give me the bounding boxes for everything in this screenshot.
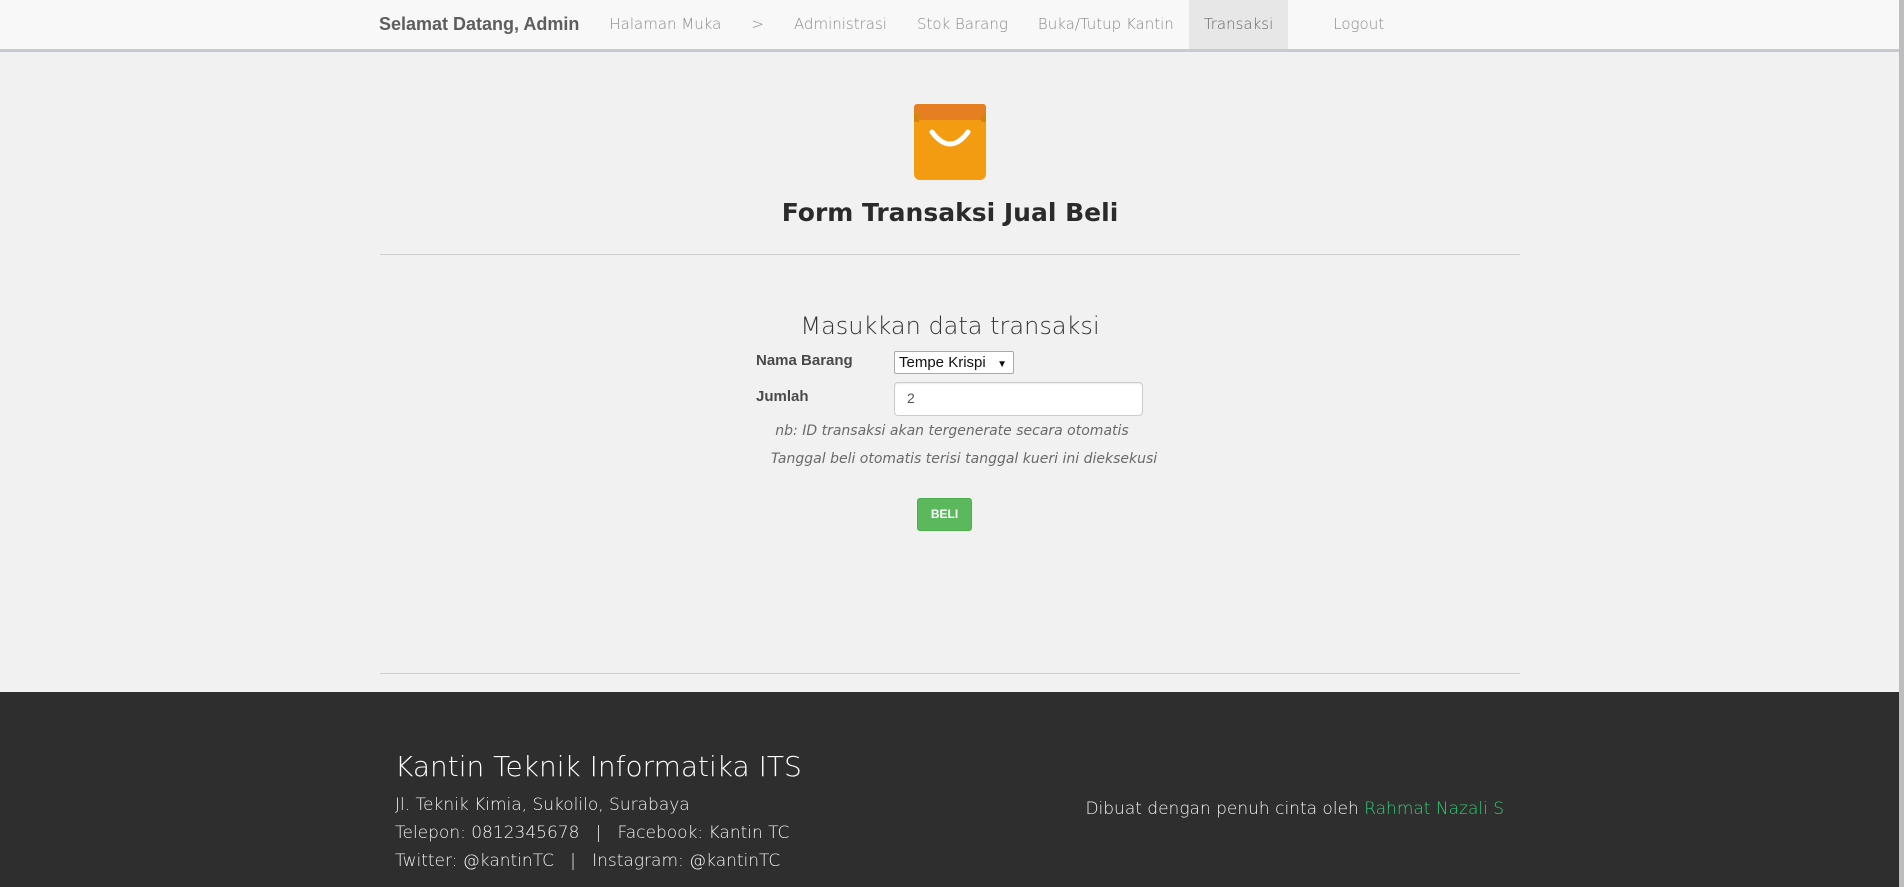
divider <box>380 254 1520 255</box>
footer-credit-text: Dibuat dengan penuh cinta oleh <box>1085 799 1365 819</box>
nav-item-buka-tutup-kantin[interactable]: Buka/Tutup Kantin <box>1023 0 1189 49</box>
shopping-bag-icon <box>912 104 988 180</box>
navbar-brand[interactable]: Selamat Datang, Admin <box>367 14 594 35</box>
nav-item-halaman-muka[interactable]: Halaman Muka <box>594 0 736 49</box>
page-title: Form Transaksi Jual Beli <box>781 198 1119 227</box>
footer-credit-link[interactable]: Rahmat Nazali S <box>1364 799 1504 819</box>
nama-barang-selected-value: Tempe Krispi <box>899 354 986 371</box>
form-title: Masukkan data transaksi <box>800 312 1100 340</box>
scrollbar[interactable] <box>1899 0 1904 887</box>
footer-contact: Telepon: 0812345678 | Facebook: Kantin T… <box>395 823 790 843</box>
nama-barang-select[interactable]: Tempe Krispi ▼ <box>894 351 1014 374</box>
footer-title: Kantin Teknik Informatika ITS <box>395 750 802 783</box>
nav-item-logout[interactable]: Logout <box>1318 0 1399 49</box>
nama-barang-label: Nama Barang <box>756 352 853 369</box>
beli-button[interactable]: BELI <box>917 498 972 531</box>
jumlah-input[interactable]: 2 <box>894 382 1143 416</box>
navbar: Selamat Datang, Admin Halaman Muka > Adm… <box>0 0 1899 52</box>
nav-item-administrasi[interactable]: Administrasi <box>779 0 902 49</box>
footer-credit: Dibuat dengan penuh cinta oleh Rahmat Na… <box>1085 799 1504 819</box>
scrollbar-thumb[interactable] <box>1899 0 1904 887</box>
navbar-inner: Selamat Datang, Admin Halaman Muka > Adm… <box>367 0 1399 49</box>
nav-separator: > <box>751 15 764 33</box>
footer-social: Twitter: @kantinTC | Instagram: @kantinT… <box>395 851 781 871</box>
nav-item-transaksi[interactable]: Transaksi <box>1188 0 1289 49</box>
footer-address: Jl. Teknik Kimia, Sukolilo, Surabaya <box>395 795 690 815</box>
footer: Kantin Teknik Informatika ITS Jl. Teknik… <box>0 692 1899 887</box>
jumlah-label: Jumlah <box>756 388 809 405</box>
nav-item-stok-barang[interactable]: Stok Barang <box>902 0 1023 49</box>
note-tanggal-beli: Tanggal beli otomatis terisi tanggal kue… <box>770 451 1158 467</box>
divider <box>380 673 1520 674</box>
note-id-transaksi: nb: ID transaksi akan tergenerate secara… <box>775 423 1129 439</box>
dropdown-caret-icon: ▼ <box>997 359 1007 370</box>
